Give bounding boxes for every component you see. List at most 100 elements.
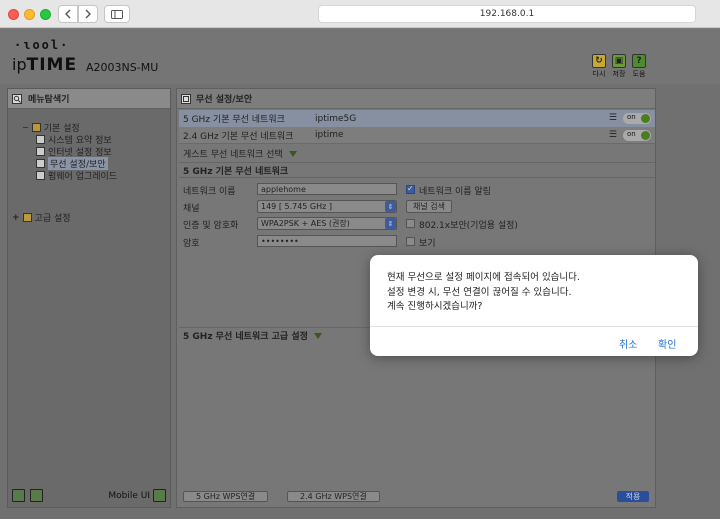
close-window-button[interactable] [8,9,19,20]
show-password-checkbox[interactable] [406,237,415,246]
password-label: 암호 [183,239,200,249]
tree-firmware-upgrade[interactable]: 펌웨어 업그레이드 [36,169,117,182]
mobile-ui-link[interactable]: Mobile UI [108,491,150,501]
mobile-icon[interactable] [153,489,166,502]
logo-prefix: ip [12,55,27,74]
broadcast-label: 네트워크 이름 알림 [419,187,491,197]
tree-label: 펌웨어 업그레이드 [48,172,118,182]
logo-dots: ·ɩool· [14,38,70,52]
wifi-icon [36,159,45,168]
channel-search-button[interactable]: 채널 검색 [406,200,452,213]
browser-toolbar: 192.168.0.1 [0,0,720,28]
panel-header: 무선 설정/보안 [177,89,655,109]
minimize-window-button[interactable] [24,9,35,20]
advanced-title: 5 GHz 무선 네트워크 고급 설정 [183,332,308,342]
auth-select[interactable]: WPA2PSK + AES (권장) ⇕ [257,217,397,230]
band-row-24ghz[interactable]: 2.4 GHz 기본 무선 네트워크 iptime ☰ on [179,127,655,144]
band-ssid: iptime5G [315,113,357,124]
network-name-value: applehome [261,184,306,194]
tree-advanced-settings[interactable]: + 고급 설정 [12,211,71,225]
wps-24ghz-label: 2.4 GHz WPS연결 [300,492,367,501]
wifi-signal-icon: ☰ [608,130,617,140]
back-button[interactable] [58,5,78,23]
apply-label: 적용 [625,492,641,501]
channel-label: 채널 [183,204,200,214]
tree-label: 고급 설정 [34,214,71,224]
section-title: 5 GHz 기본 무선 네트워크 [179,162,655,178]
forward-button[interactable] [78,5,98,23]
wps-24ghz-button[interactable]: 2.4 GHz WPS연결 [287,491,380,502]
url-text: 192.168.0.1 [479,9,535,19]
password-value: •••••••• [261,236,299,246]
dialog-cancel-button[interactable]: 취소 [619,336,637,351]
broadcast-checkbox[interactable] [406,184,415,194]
folder-icon [22,213,32,222]
refresh-button[interactable]: ↻ 다시 [590,54,608,79]
page-header: ·ɩool· ipTIME A2003NS-MU ↻ 다시 ▣ 저장 ? 도움 [0,29,720,84]
toggle-label: on [627,113,636,121]
dialog-message: 현재 무선으로 설정 페이지에 접속되어 있습니다. 설정 변경 시, 무선 연… [387,271,580,315]
band-toggle-5ghz[interactable]: on [623,113,651,124]
select-arrows-icon: ⇕ [385,218,396,229]
band-name: 2.4 GHz 기본 무선 네트워크 [183,131,294,142]
select-arrows-icon: ⇕ [385,201,396,212]
dialog-divider [370,326,698,327]
network-name-input[interactable]: applehome [257,183,397,195]
channel-select[interactable]: 149 [ 5.745 GHz ] ⇕ [257,200,397,213]
refresh-label: 다시 [592,70,606,78]
refresh-icon: ↻ [592,54,606,68]
panel-title: 무선 설정/보안 [196,95,253,105]
wifi-signal-icon: ☰ [608,113,617,123]
channel-search-label: 채널 검색 [413,202,445,211]
guest-network-selector[interactable]: 게스트 무선 네트워크 선택 [183,147,297,160]
sidebar-icon [111,9,123,19]
home-icon[interactable] [12,489,25,502]
menu-explorer-footer: Mobile UI [8,485,170,507]
menu-explorer-title: 메뉴탐색기 [28,95,70,105]
menu-explorer: 메뉴탐색기 − 기본 설정 시스템 요약 정보 인터넷 설정 정보 무선 설정/… [7,88,171,508]
guest-label: 게스트 무선 네트워크 선택 [183,150,283,160]
network-name-label: 네트워크 이름 [183,187,236,197]
zoom-window-button[interactable] [40,9,51,20]
chevron-right-icon [85,9,91,19]
band-name: 5 GHz 기본 무선 네트워크 [183,115,285,125]
dialog-line: 현재 무선으로 설정 페이지에 접속되어 있습니다. [387,272,580,283]
auth-label: 인증 및 암호화 [183,221,239,231]
chart-icon [36,135,45,144]
apply-button[interactable]: 적용 [617,491,649,502]
address-bar[interactable]: 192.168.0.1 [318,5,696,23]
network-icon [36,147,45,156]
logo-brand: TIME [26,55,78,75]
sidebar-toggle-button[interactable] [104,5,130,23]
window-icon [181,93,191,104]
toggle-label: on [627,130,636,138]
save-icon: ▣ [612,54,626,68]
band-toggle-24ghz[interactable]: on [623,130,651,141]
band-row-5ghz[interactable]: 5 GHz 기본 무선 네트워크 iptime5G ☰ on [179,110,655,127]
toggle-knob [641,131,650,140]
collapse-icon: − [22,123,29,132]
wps-5ghz-button[interactable]: 5 GHz WPS연결 [183,491,269,502]
save-label: 저장 [612,70,626,78]
enterprise-label: 802.1x보안(기업용 설정) [419,221,518,231]
help-label: 도움 [632,70,646,78]
dialog-ok-button[interactable]: 확인 [658,336,676,351]
expand-icon: + [12,212,20,223]
enterprise-checkbox[interactable] [406,219,415,228]
help-button[interactable]: ? 도움 [630,54,648,79]
search-icon [12,93,22,104]
menu-explorer-header: 메뉴탐색기 [8,89,170,109]
help-icon: ? [632,54,646,68]
band-ssid: iptime [315,130,344,140]
show-password-label: 보기 [419,239,436,249]
auth-value: WPA2PSK + AES (권장) [261,219,350,228]
dialog-line: 계속 진행하시겠습니까? [387,301,483,312]
wps-5ghz-label: 5 GHz WPS연결 [196,492,256,501]
save-button[interactable]: ▣ 저장 [610,54,628,79]
model-name: A2003NS-MU [86,61,159,74]
logout-icon[interactable] [30,489,43,502]
triangle-down-icon [313,332,322,339]
folder-icon [31,123,41,132]
dialog-line: 설정 변경 시, 무선 연결이 끊어질 수 있습니다. [387,286,572,298]
password-input[interactable]: •••••••• [257,235,397,247]
